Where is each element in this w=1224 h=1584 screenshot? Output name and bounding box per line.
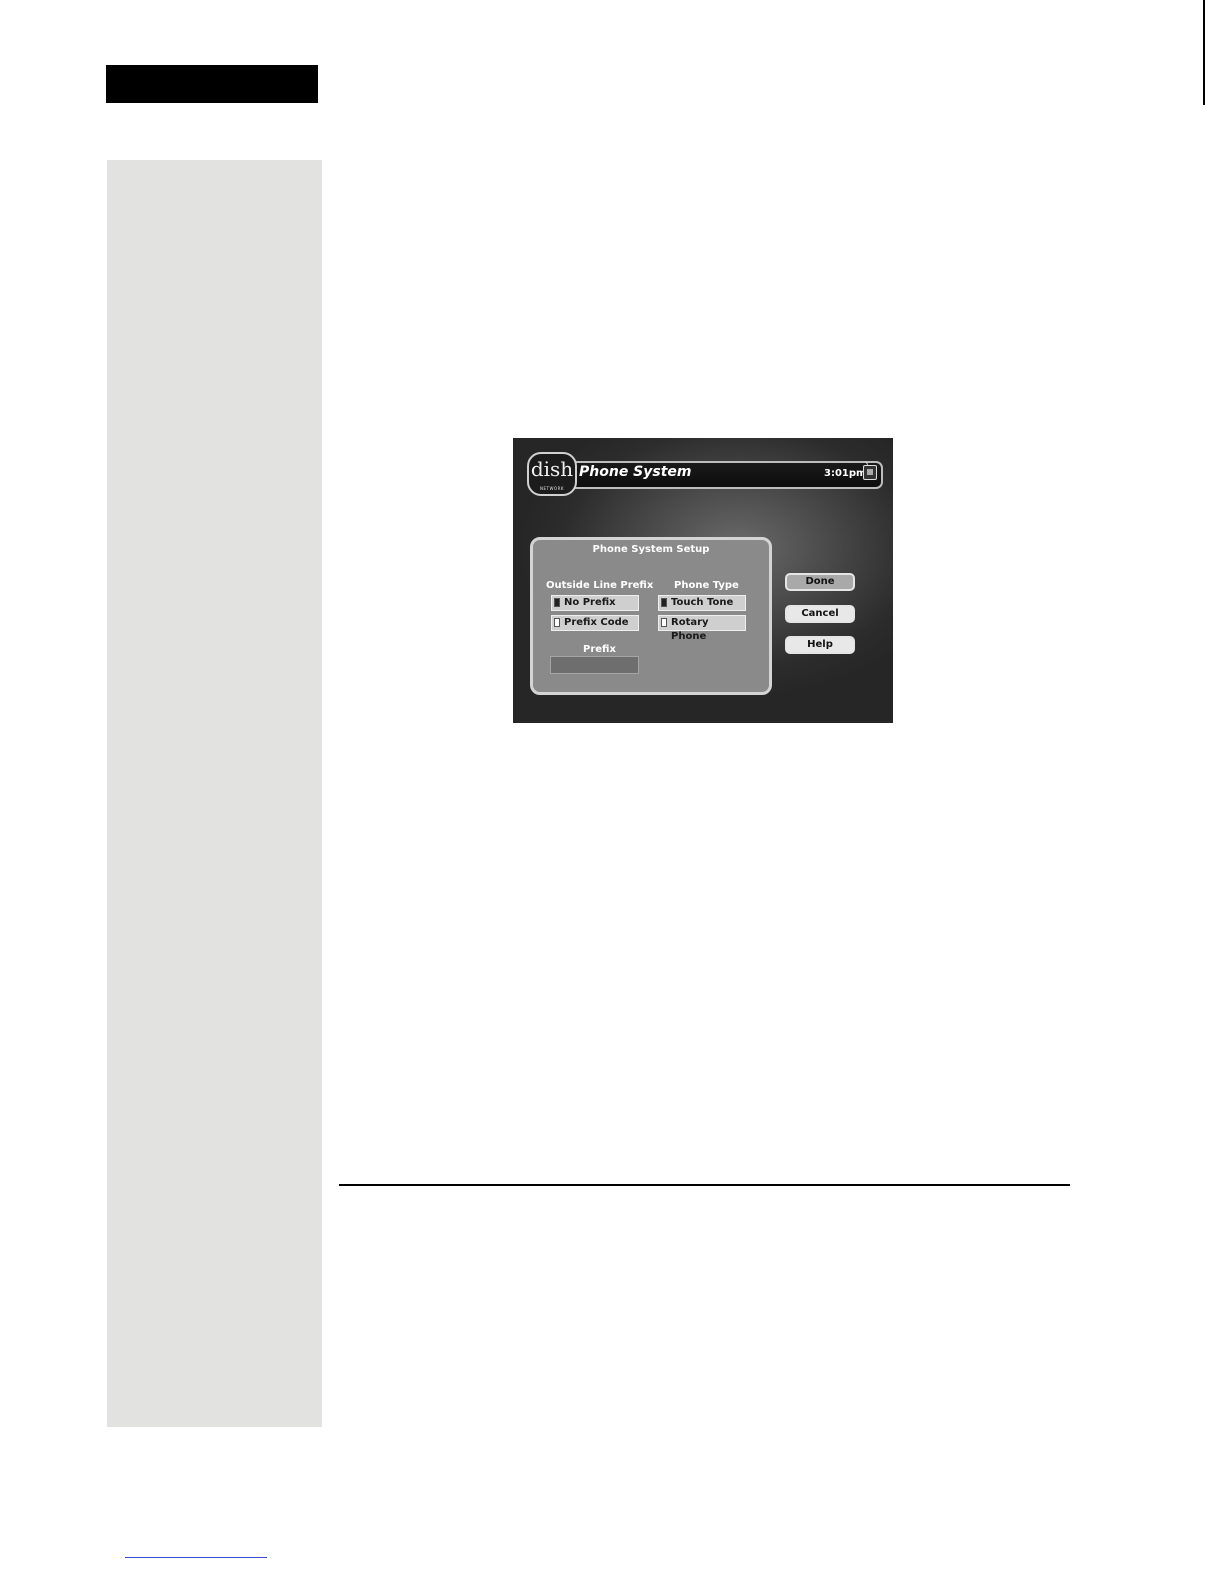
section-rule xyxy=(339,1184,1070,1186)
done-button[interactable]: Done xyxy=(785,573,855,591)
page-edge-line xyxy=(1203,0,1205,105)
option-label: Touch Tone xyxy=(671,597,734,608)
prefix-code-option[interactable]: Prefix Code xyxy=(551,615,639,631)
logo-sub-text: NETWORK xyxy=(540,486,564,491)
outside-line-prefix-header: Outside Line Prefix xyxy=(546,580,654,591)
rotary-phone-option[interactable]: Rotary Phone xyxy=(658,615,746,642)
chapter-tab xyxy=(106,65,318,103)
radio-unselected-icon xyxy=(661,618,667,627)
tv-screenshot: dish NETWORK Phone System 3:01pm Phone S… xyxy=(513,438,893,723)
dish-network-logo: dish NETWORK xyxy=(527,452,577,496)
cancel-button[interactable]: Cancel xyxy=(785,605,855,623)
no-prefix-option[interactable]: No Prefix xyxy=(551,595,639,611)
radio-selected-icon xyxy=(554,598,560,607)
screen-title: Phone System xyxy=(579,464,692,480)
option-label: No Prefix xyxy=(564,597,616,608)
footer-link-underline[interactable] xyxy=(125,1557,267,1558)
phone-type-header: Phone Type xyxy=(674,580,739,591)
prefix-label: Prefix xyxy=(583,644,616,655)
option-label: Rotary Phone xyxy=(671,617,709,642)
radio-selected-icon xyxy=(661,598,667,607)
prefix-input[interactable] xyxy=(550,656,639,674)
panel-title: Phone System Setup xyxy=(592,544,710,555)
radio-unselected-icon xyxy=(554,618,560,627)
option-label: Prefix Code xyxy=(564,617,629,628)
logo-main-text: dish xyxy=(530,457,574,481)
touch-tone-option[interactable]: Touch Tone xyxy=(658,595,746,611)
sidebar-margin xyxy=(107,160,322,1427)
clock: 3:01pm xyxy=(824,468,867,479)
phone-system-setup-panel: Phone System Setup Outside Line Prefix P… xyxy=(530,537,772,695)
help-button[interactable]: Help xyxy=(785,636,855,654)
tv-icon xyxy=(863,465,877,480)
